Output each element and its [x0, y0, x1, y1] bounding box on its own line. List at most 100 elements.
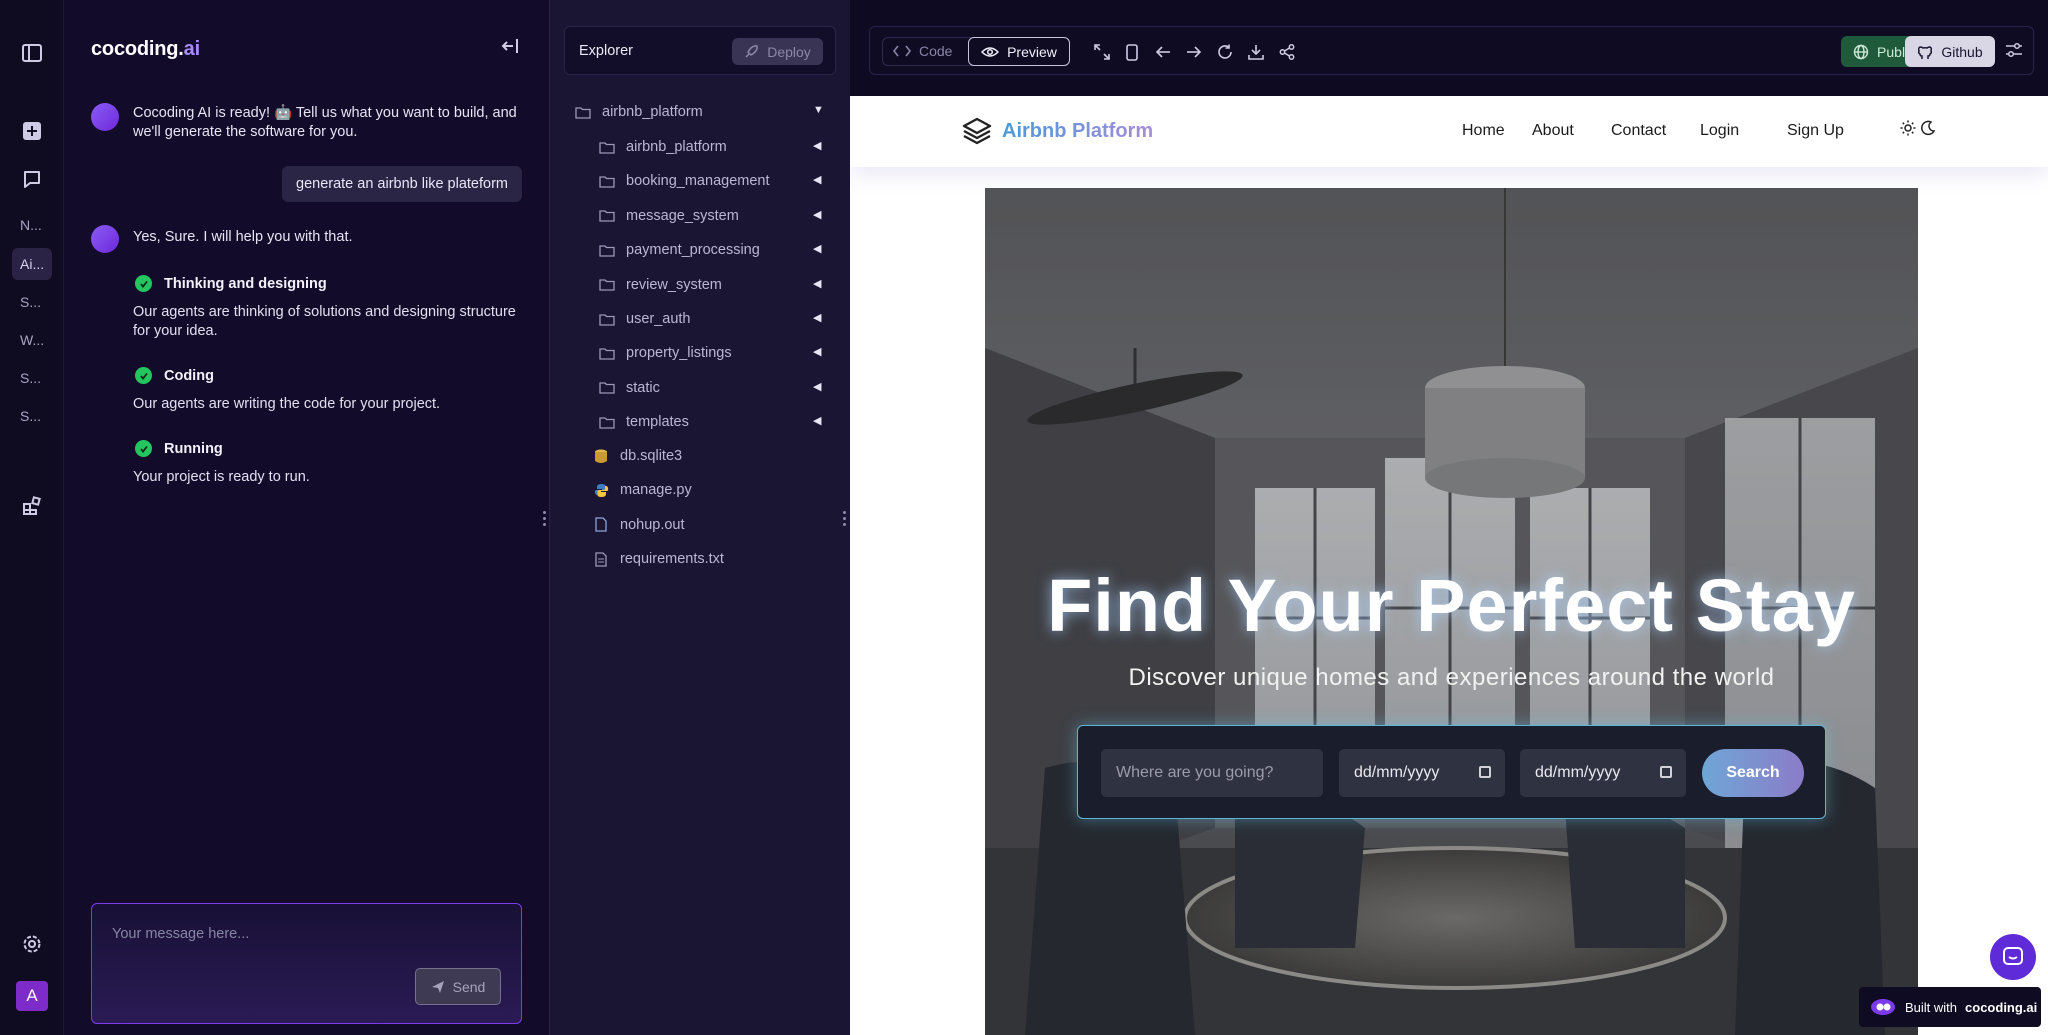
tree-folder[interactable]: templates — [598, 410, 689, 434]
refresh-icon[interactable] — [1215, 42, 1235, 62]
checkout-date-input[interactable]: dd/mm/yyyy — [1520, 749, 1686, 797]
github-button[interactable]: Github — [1905, 36, 1995, 67]
folder-icon — [598, 414, 616, 430]
built-with-badge[interactable]: Built with cocoding.ai — [1859, 987, 2041, 1027]
preview-toolbar: Code Preview Publish Github — [869, 26, 2034, 75]
user-message: generate an airbnb like plateform — [282, 166, 522, 202]
tree-item-label: nohup.out — [620, 516, 685, 533]
sidebar-toggle-icon[interactable] — [19, 40, 45, 66]
tree-folder[interactable]: static — [598, 376, 660, 400]
assistant-message: Yes, Sure. I will help you with that. — [133, 229, 353, 245]
message-input[interactable]: Your message here... — [112, 926, 249, 942]
folder-icon — [598, 311, 616, 327]
nav-contact[interactable]: Contact — [1611, 122, 1666, 140]
checkin-date-input[interactable]: dd/mm/yyyy — [1339, 749, 1505, 797]
tree-file[interactable]: nohup.out — [592, 513, 685, 537]
recent-chat-item[interactable]: S... — [12, 362, 52, 394]
mobile-view-icon[interactable] — [1122, 42, 1142, 62]
tree-item-label: static — [626, 379, 660, 396]
recent-chat-item[interactable]: S... — [12, 400, 52, 432]
file-explorer: Explorer Deploy airbnb_platform ▼ airbnb_p… — [549, 0, 850, 1035]
site-preview: Airbnb Platform Home About Contact Login… — [850, 96, 2048, 1035]
destination-input[interactable]: Where are you going? — [1101, 749, 1323, 797]
tree-folder-root[interactable]: airbnb_platform — [574, 100, 703, 124]
tree-folder[interactable]: review_system — [598, 273, 722, 297]
search-button[interactable]: Search — [1702, 749, 1804, 797]
chats-icon[interactable] — [19, 166, 45, 192]
tree-file[interactable]: requirements.txt — [592, 547, 724, 571]
database-icon — [592, 448, 610, 464]
check-icon — [135, 275, 152, 292]
brand-logo: cocoding.ai — [91, 38, 200, 60]
code-icon — [893, 45, 911, 57]
chat-bubble-icon — [2003, 947, 2023, 965]
check-icon — [135, 440, 152, 457]
chevron-left-icon[interactable]: ◀ — [813, 139, 821, 152]
folder-icon — [598, 173, 616, 189]
folder-icon — [598, 277, 616, 293]
recent-chat-item[interactable]: W... — [12, 324, 52, 356]
step-description: Our agents are thinking of solutions and… — [133, 304, 516, 339]
code-tab[interactable]: Code — [893, 43, 952, 59]
send-button[interactable]: Send — [415, 968, 501, 1005]
preview-pane: Code Preview Publish Github Airbnb Platf… — [850, 0, 2048, 1035]
collapse-panel-icon[interactable] — [501, 38, 519, 59]
nav-signup[interactable]: Sign Up — [1787, 122, 1844, 140]
chevron-left-icon[interactable]: ◀ — [813, 173, 821, 186]
explorer-header: Explorer Deploy — [564, 26, 836, 75]
cocoding-logo-icon — [1871, 999, 1895, 1015]
integrations-icon[interactable] — [19, 493, 45, 519]
globe-icon — [1853, 44, 1869, 59]
recent-chat-item[interactable]: S... — [12, 286, 52, 318]
tree-folder[interactable]: message_system — [598, 204, 739, 228]
message-composer[interactable]: Your message here... Send — [91, 903, 522, 1024]
preview-tab[interactable]: Preview — [968, 37, 1070, 66]
python-icon — [592, 482, 610, 498]
site-logo[interactable]: Airbnb Platform — [962, 116, 1153, 146]
tree-item-label: requirements.txt — [620, 551, 724, 568]
tree-file[interactable]: manage.py — [592, 478, 692, 502]
tree-folder[interactable]: payment_processing — [598, 238, 760, 262]
resize-handle[interactable] — [838, 503, 850, 533]
tree-item-label: db.sqlite3 — [620, 448, 683, 464]
step-description: Your project is ready to run. — [133, 469, 310, 485]
tree-folder[interactable]: airbnb_platform — [598, 135, 727, 159]
text-file-icon — [592, 551, 610, 567]
back-arrow-icon[interactable] — [1153, 42, 1173, 62]
chevron-left-icon[interactable]: ◀ — [813, 208, 821, 221]
sliders-icon[interactable] — [2005, 42, 2023, 63]
search-box: Where are you going? dd/mm/yyyy dd/mm/yy… — [1077, 725, 1826, 819]
support-chat-button[interactable] — [1990, 934, 2036, 980]
step-description: Our agents are writing the code for your… — [133, 396, 441, 412]
nav-login[interactable]: Login — [1700, 122, 1739, 140]
fullscreen-icon[interactable] — [1092, 42, 1112, 62]
chevron-left-icon[interactable]: ◀ — [813, 345, 821, 358]
theme-toggle[interactable] — [1900, 120, 1936, 136]
tree-folder[interactable]: property_listings — [598, 341, 732, 365]
nav-about[interactable]: About — [1532, 122, 1574, 140]
nav-home[interactable]: Home — [1462, 122, 1505, 140]
file-icon — [592, 517, 610, 533]
tree-folder[interactable]: user_auth — [598, 307, 691, 331]
tree-item-label: payment_processing — [626, 242, 760, 259]
tree-item-label: review_system — [626, 276, 722, 293]
deploy-button[interactable]: Deploy — [732, 38, 823, 65]
chevron-left-icon[interactable]: ◀ — [813, 414, 821, 427]
recent-chat-item[interactable]: Ai... — [12, 248, 52, 280]
new-chat-icon[interactable] — [19, 118, 45, 144]
download-icon[interactable] — [1246, 42, 1266, 62]
tree-file[interactable]: db.sqlite3 — [592, 444, 682, 468]
chevron-left-icon[interactable]: ◀ — [813, 380, 821, 393]
hero-section: Find Your Perfect Stay Discover unique h… — [985, 188, 1918, 1035]
forward-arrow-icon[interactable] — [1184, 42, 1204, 62]
chevron-down-icon[interactable]: ▼ — [813, 104, 824, 116]
share-icon[interactable] — [1277, 42, 1297, 62]
settings-gear-icon[interactable] — [19, 931, 45, 957]
view-toggle: Code Preview — [882, 37, 1070, 66]
user-avatar[interactable]: A — [16, 981, 48, 1011]
chevron-left-icon[interactable]: ◀ — [813, 277, 821, 290]
tree-folder[interactable]: booking_management — [598, 169, 770, 193]
chevron-left-icon[interactable]: ◀ — [813, 311, 821, 324]
chevron-left-icon[interactable]: ◀ — [813, 242, 821, 255]
recent-chat-item[interactable]: N... — [12, 209, 52, 241]
